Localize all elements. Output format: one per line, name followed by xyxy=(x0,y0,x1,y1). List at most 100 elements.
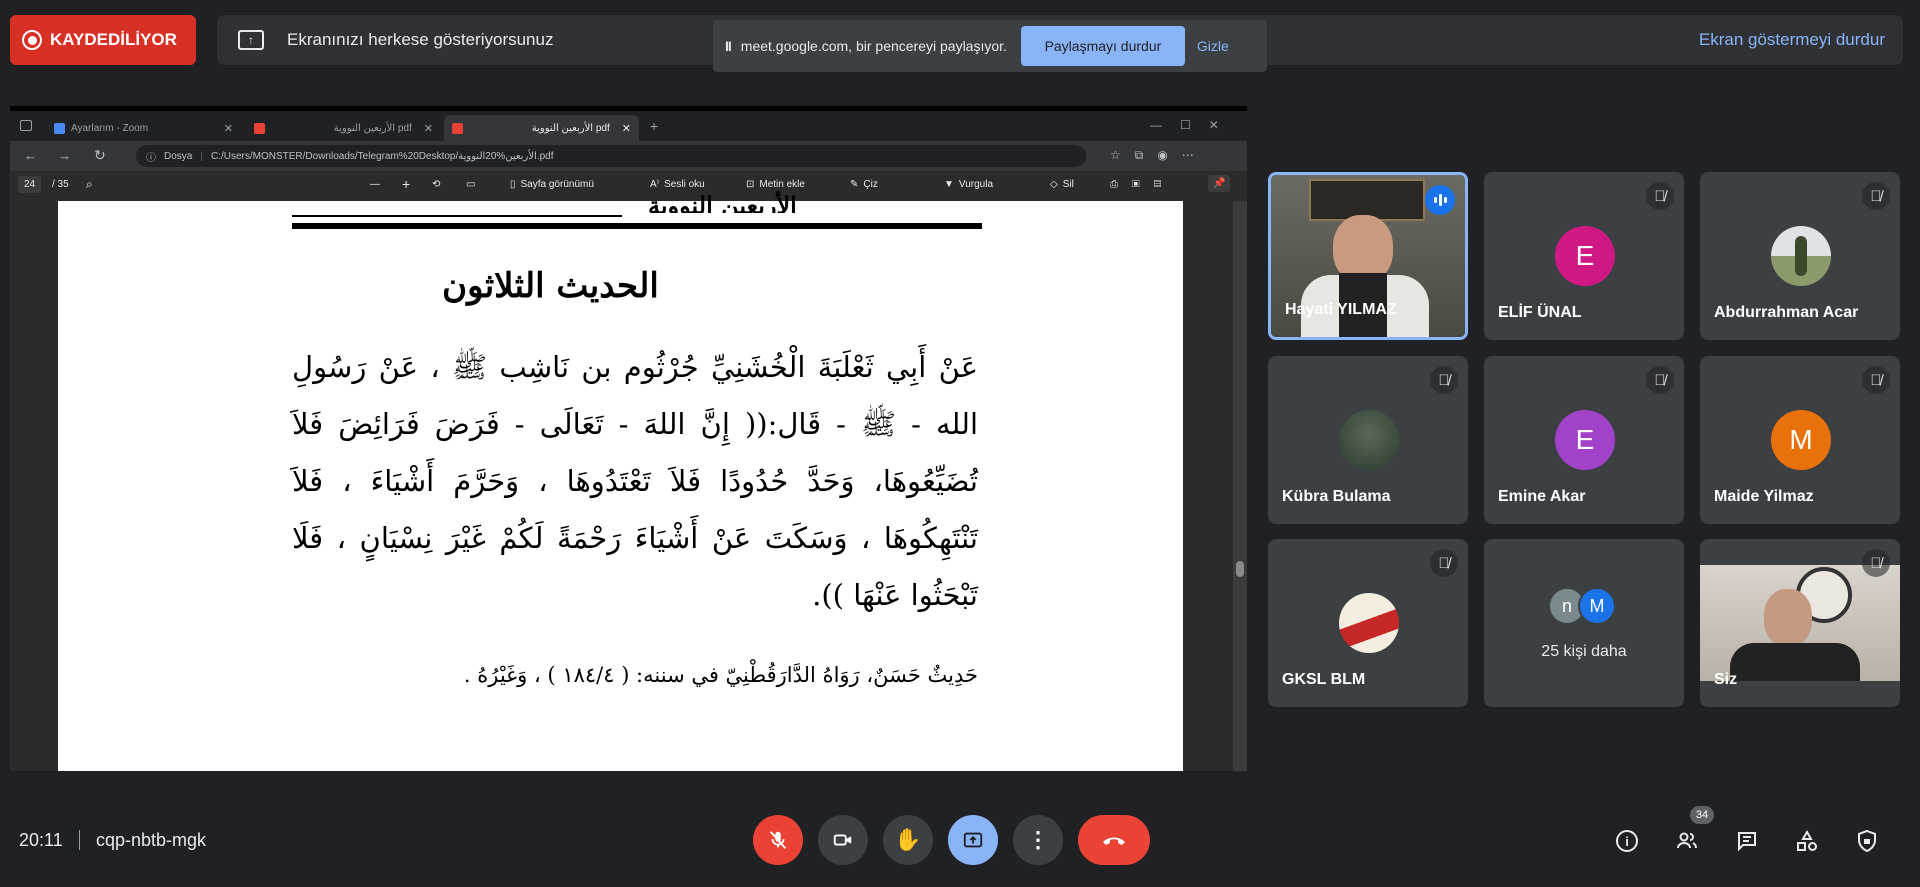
page-view-icon: ▯ xyxy=(510,179,516,190)
meeting-info-button[interactable]: i xyxy=(1612,826,1642,856)
camera-toggle-button[interactable] xyxy=(818,815,868,865)
divider xyxy=(79,830,80,850)
camera-icon xyxy=(833,834,852,846)
close-tab-icon[interactable]: ✕ xyxy=(224,122,233,135)
mic-off-icon: 🎙̸ xyxy=(1862,182,1890,210)
stop-presenting-button[interactable]: Ekran göstermeyi durdur xyxy=(1699,30,1885,50)
close-tab-icon[interactable]: ✕ xyxy=(622,122,631,135)
page-view-button[interactable]: ▯ Sayfa görünümü xyxy=(510,179,594,190)
forward-icon[interactable]: → xyxy=(58,148,71,163)
close-tab-icon[interactable]: ✕ xyxy=(424,122,433,135)
erase-button[interactable]: ◇ Sil xyxy=(1050,179,1074,190)
mic-toggle-button[interactable] xyxy=(753,815,803,865)
participant-tile[interactable]: 🎙̸ Kübra Bulama xyxy=(1268,356,1468,524)
more-participants-label: 25 kişi daha xyxy=(1541,643,1627,660)
participant-tile[interactable]: 🎙̸ GKSL BLM xyxy=(1268,539,1468,707)
tab-actions-icon[interactable] xyxy=(20,120,32,131)
zoom-in-button[interactable]: + xyxy=(402,176,410,192)
present-button[interactable] xyxy=(948,815,998,865)
participant-tile[interactable]: 🎙̸ Abdurrahman Acar xyxy=(1700,172,1900,340)
highlight-button[interactable]: ▼ Vurgula xyxy=(944,179,993,190)
people-count-badge: 34 xyxy=(1690,806,1714,824)
mic-off-icon: 🎙̸ xyxy=(1430,366,1458,394)
add-text-icon: ⊡ xyxy=(746,179,755,190)
participant-name: Siz xyxy=(1714,671,1738,688)
recording-icon xyxy=(22,30,42,50)
tab-title: الأربعين النووية pdf xyxy=(333,122,412,134)
more-avatars: n M xyxy=(1548,587,1616,625)
pin-toolbar-icon[interactable]: 📌 xyxy=(1208,175,1231,192)
people-icon xyxy=(1677,832,1697,849)
recording-badge[interactable]: KAYDEDİLİYOR xyxy=(10,15,196,65)
participant-name: Hayati YILMAZ xyxy=(1285,301,1397,318)
highlight-icon: ▼ xyxy=(944,179,954,190)
participant-name: Kübra Bulama xyxy=(1282,488,1391,505)
pdf-page: الأربعين النووية الحديث الثلاثون عَنْ أَ… xyxy=(58,191,1183,771)
hang-up-icon xyxy=(1103,837,1125,845)
pause-icon: II xyxy=(725,38,732,54)
pdf-toolbar: 24 / 35 ⌕ — + ⟲ ▭ ▯ Sayfa görünümü A⁾ Se… xyxy=(10,171,1247,201)
add-text-button[interactable]: ⊡ Metin ekle xyxy=(746,179,805,190)
participant-name: Abdurrahman Acar xyxy=(1714,304,1859,321)
pdf-scrollbar[interactable] xyxy=(1233,201,1247,771)
tab-title: الأربعين النووية pdf xyxy=(531,122,610,134)
avatar: E xyxy=(1555,226,1615,286)
back-icon[interactable]: ← xyxy=(24,148,37,163)
more-options-button[interactable]: ⋮ xyxy=(1013,815,1063,865)
pdf-extra-icons[interactable]: ⎙▣▤ xyxy=(1110,179,1175,190)
participant-name: Emine Akar xyxy=(1498,488,1586,505)
present-screen-icon: ↑ xyxy=(238,30,264,50)
meeting-time: 20:11 xyxy=(19,830,63,850)
read-aloud-button[interactable]: A⁾ Sesli oku xyxy=(650,179,705,190)
activities-button[interactable] xyxy=(1792,826,1822,856)
page-header-title: الأربعين النووية xyxy=(648,191,797,213)
browser-tab[interactable]: Ayarlarım - Zoom ✕ xyxy=(46,115,241,141)
mic-off-icon: 🎙̸ xyxy=(1862,549,1890,577)
address-field[interactable]: ⓘ Dosya | C:/Users/MONSTER/Downloads/Tel… xyxy=(136,145,1086,167)
zoom-icon xyxy=(54,122,65,134)
reload-icon[interactable]: ↻ xyxy=(94,147,106,164)
shared-screen: Ayarlarım - Zoom ✕ الأربعين النووية pdf … xyxy=(10,106,1247,771)
leave-call-button[interactable] xyxy=(1078,815,1150,865)
new-tab-icon[interactable]: + xyxy=(650,118,658,134)
window-controls[interactable]: —☐✕ xyxy=(1150,118,1237,132)
raise-hand-button[interactable]: ✋ xyxy=(883,815,933,865)
people-button[interactable] xyxy=(1672,826,1702,856)
page-fit-icon[interactable]: ▭ xyxy=(466,179,475,190)
participant-tile[interactable]: Hayati YILMAZ xyxy=(1268,172,1468,340)
self-tile[interactable]: 🎙̸ Siz xyxy=(1700,539,1900,707)
page-number-input[interactable]: 24 xyxy=(18,176,42,193)
hadith-source: حَدِيثٌ حَسَنٌ، رَوَاهُ الدَّارَقُطْنِيّ… xyxy=(463,663,978,687)
pdf-viewer: الأربعين النووية الحديث الثلاثون عَنْ أَ… xyxy=(10,191,1247,771)
info-icon: i xyxy=(1616,830,1638,852)
participant-name: Maide Yilmaz xyxy=(1714,488,1814,505)
browser-tab[interactable]: الأربعين النووية pdf ✕ xyxy=(246,115,441,141)
search-icon[interactable]: ⌕ xyxy=(86,177,93,192)
stop-sharing-button[interactable]: Paylaşmayı durdur xyxy=(1020,26,1185,66)
hand-icon: ✋ xyxy=(894,827,922,852)
mic-off-icon xyxy=(769,831,787,849)
host-controls-button[interactable] xyxy=(1852,826,1882,856)
draw-button[interactable]: ✎ Çiz xyxy=(850,179,878,190)
hadith-title: الحديث الثلاثون xyxy=(442,266,659,306)
recording-label: KAYDEDİLİYOR xyxy=(50,30,177,49)
participant-tile[interactable]: 🎙̸ E ELİF ÜNAL xyxy=(1484,172,1684,340)
avatar-figure xyxy=(1795,236,1807,276)
chat-button[interactable] xyxy=(1732,826,1762,856)
participant-tile[interactable]: 🎙̸ M Maide Yilmaz xyxy=(1700,356,1900,524)
browser-tab-active[interactable]: الأربعين النووية pdf ✕ xyxy=(444,115,639,141)
browser-toolbar-icons[interactable]: ☆⧉◉⋯ xyxy=(1110,148,1208,163)
more-participants-tile[interactable]: n M 25 kişi daha xyxy=(1484,539,1684,707)
draw-label: Çiz xyxy=(863,179,878,190)
info-icon: ⓘ xyxy=(146,152,156,164)
hadith-text: عَنْ أَبِي ثَعْلَبَةَ الْخُشَنِيِّ جُرْث… xyxy=(292,350,978,612)
share-notice-text: meet.google.com, bir pencereyi paylaşıyo… xyxy=(740,38,1007,54)
zoom-out-button[interactable]: — xyxy=(370,179,380,190)
pdf-icon xyxy=(452,122,463,134)
speaking-indicator-icon xyxy=(1425,185,1455,215)
presenting-message: Ekranınızı herkese gösteriyorsunuz xyxy=(287,30,554,49)
participant-tile[interactable]: 🎙̸ E Emine Akar xyxy=(1484,356,1684,524)
mic-off-icon: 🎙̸ xyxy=(1430,549,1458,577)
hide-notice-button[interactable]: Gizle xyxy=(1197,38,1229,54)
fit-icon[interactable]: ⟲ xyxy=(432,179,440,190)
